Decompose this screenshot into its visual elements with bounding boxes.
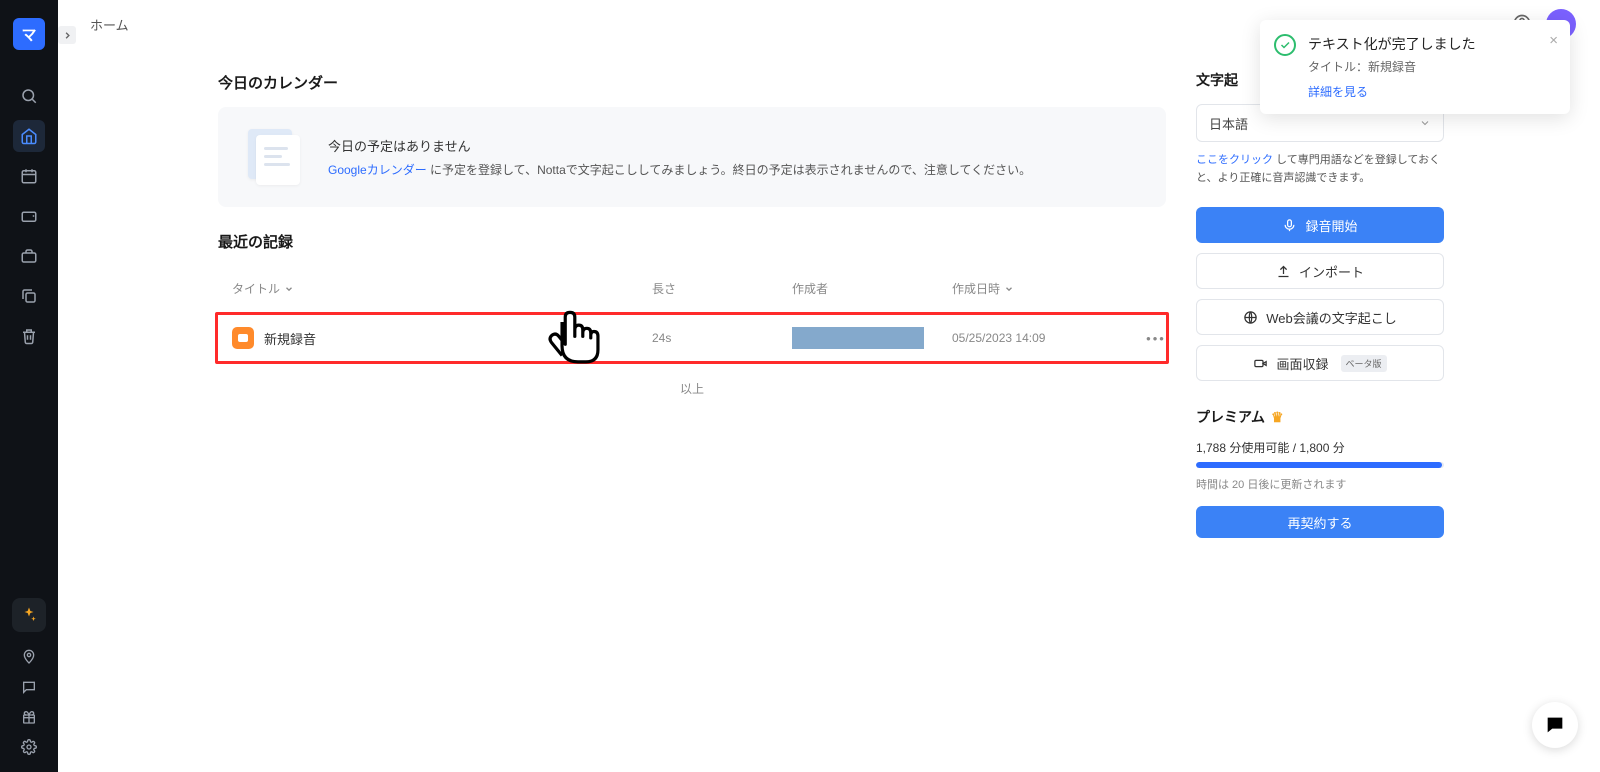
col-created-at[interactable]: 作成日時: [952, 280, 1132, 297]
crown-icon: ♛: [1271, 409, 1284, 426]
calendar-icon[interactable]: [13, 160, 45, 192]
toast-close-button[interactable]: ×: [1549, 32, 1558, 49]
record-creator: [792, 327, 952, 349]
record-created-at: 05/25/2023 14:09: [952, 331, 1132, 345]
no-schedule-text: 今日の予定はありません: [328, 136, 1031, 155]
calendar-hint: Googleカレンダー に予定を登録して、Nottaで文字起こししてみましょう。…: [328, 161, 1031, 178]
col-creator: 作成者: [792, 280, 952, 297]
breadcrumb: ホーム: [90, 15, 129, 34]
calendar-section-title: 今日のカレンダー: [218, 72, 1166, 93]
gift-icon[interactable]: [13, 704, 45, 730]
toast-subtitle: タイトル：新規録音: [1308, 58, 1554, 75]
chat-fab-button[interactable]: [1532, 702, 1578, 748]
toast-title: テキスト化が完了しました: [1308, 34, 1554, 54]
import-button[interactable]: インポート: [1196, 253, 1444, 289]
row-more-button[interactable]: •••: [1132, 331, 1180, 346]
renew-button[interactable]: 再契約する: [1196, 506, 1444, 538]
app-logo[interactable]: マ: [13, 18, 45, 50]
search-icon[interactable]: [13, 80, 45, 112]
table-header: タイトル 長さ 作成者 作成日時: [218, 266, 1166, 312]
table-footer: 以上: [218, 364, 1166, 413]
mic-icon: [1282, 218, 1297, 233]
wallet-icon[interactable]: [13, 200, 45, 232]
completion-toast: × テキスト化が完了しました タイトル：新規録音 詳細を見る: [1260, 20, 1570, 114]
google-calendar-link[interactable]: Googleカレンダー: [328, 163, 427, 177]
col-title[interactable]: タイトル: [232, 280, 652, 297]
chevron-down-icon: [1419, 117, 1431, 129]
beta-badge: ベータ版: [1341, 355, 1387, 372]
record-length: 24s: [652, 331, 792, 345]
home-icon[interactable]: [13, 120, 45, 152]
highlighted-row-annotation: 新規録音 24s 05/25/2023 14:09 •••: [215, 312, 1169, 364]
ai-sparkle-button[interactable]: [12, 598, 46, 632]
records-section-title: 最近の記録: [218, 231, 1166, 252]
usage-progress: [1196, 462, 1444, 468]
record-title: 新規録音: [264, 329, 316, 348]
chat-icon[interactable]: [13, 674, 45, 700]
trash-icon[interactable]: [13, 320, 45, 352]
premium-title: プレミアム ♛: [1196, 407, 1444, 427]
settings-icon[interactable]: [13, 734, 45, 760]
calendar-illustration: [242, 129, 306, 185]
toast-detail-link[interactable]: 詳細を見る: [1308, 83, 1554, 100]
usage-text: 1,788 分使用可能 / 1,800 分: [1196, 439, 1444, 456]
reset-text: 時間は 20 日後に更新されます: [1196, 476, 1444, 492]
col-length: 長さ: [652, 280, 792, 297]
dictionary-link[interactable]: ここをクリック: [1196, 154, 1273, 166]
calendar-empty-card: 今日の予定はありません Googleカレンダー に予定を登録して、Nottaで文…: [218, 107, 1166, 207]
meeting-transcription-button[interactable]: Web会議の文字起こし: [1196, 299, 1444, 335]
upload-icon: [1276, 264, 1291, 279]
briefcase-icon[interactable]: [13, 240, 45, 272]
dictionary-hint: ここをクリック して専門用語などを登録しておくと、より正確に音声認識できます。: [1196, 152, 1444, 187]
location-icon[interactable]: [13, 644, 45, 670]
chevron-down-icon: [1004, 284, 1014, 294]
chevron-down-icon: [284, 284, 294, 294]
copy-icon[interactable]: [13, 280, 45, 312]
check-icon: [1274, 34, 1296, 56]
table-row[interactable]: 新規録音 24s 05/25/2023 14:09 •••: [218, 315, 1166, 361]
start-recording-button[interactable]: 録音開始: [1196, 207, 1444, 243]
screen-record-button[interactable]: 画面収録 ベータ版: [1196, 345, 1444, 381]
globe-icon: [1243, 310, 1258, 325]
video-icon: [1253, 356, 1268, 371]
recording-icon: [232, 327, 254, 349]
